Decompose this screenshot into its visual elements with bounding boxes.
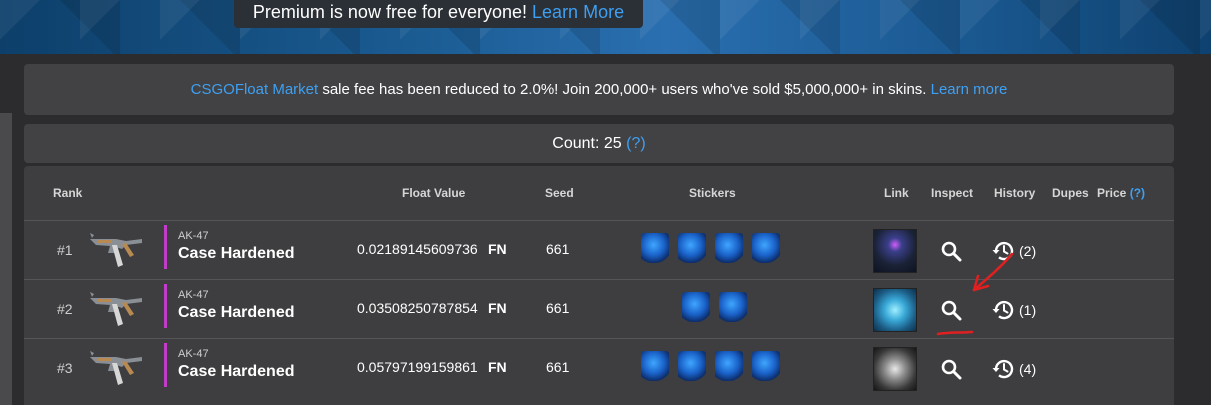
sticker-image[interactable] <box>752 351 780 381</box>
fee-learn-more-link[interactable]: Learn more <box>931 81 1008 98</box>
header-link: Link <box>884 186 909 200</box>
fee-notice: CSGOFloat Market sale fee has been reduc… <box>24 64 1174 115</box>
magnifier-icon[interactable] <box>940 240 962 262</box>
history-count: (4) <box>1019 361 1037 377</box>
float-value: 0.03508250787854 <box>357 300 478 316</box>
ak47-icon <box>90 292 142 326</box>
sticker-list <box>641 351 780 381</box>
seed-value: 661 <box>546 359 570 375</box>
count-bar: Count: 25 (?) <box>24 124 1174 163</box>
history-count: (2) <box>1019 243 1037 259</box>
skin-name: Case Hardened <box>178 245 295 262</box>
history-button[interactable]: (1) <box>991 298 1036 322</box>
sticker-image[interactable] <box>715 233 743 263</box>
market-link[interactable]: CSGOFloat Market <box>191 81 319 98</box>
inventory-link-image[interactable] <box>873 347 917 391</box>
seed-value: 661 <box>546 241 570 257</box>
ak47-icon <box>90 351 142 385</box>
weapon-name: AK-47 <box>178 289 209 301</box>
history-clock-icon <box>992 241 1014 261</box>
rarity-bar <box>164 343 167 387</box>
header-stickers: Stickers <box>689 186 736 200</box>
float-value: 0.02189145609736 <box>357 241 478 257</box>
scrollbar[interactable] <box>0 113 12 405</box>
sticker-image[interactable] <box>752 233 780 263</box>
sticker-list <box>682 292 747 322</box>
results-table: Rank Float Value Seed Stickers Link Insp… <box>24 166 1174 405</box>
wear-badge: FN <box>488 359 507 375</box>
sticker-image[interactable] <box>719 292 747 322</box>
magnifier-icon[interactable] <box>940 299 962 321</box>
seed-value: 661 <box>546 300 570 316</box>
skin-name: Case Hardened <box>178 363 295 380</box>
rarity-bar <box>164 284 167 328</box>
fee-text: sale fee has been reduced to 2.0%! Join … <box>318 81 931 98</box>
history-button[interactable]: (4) <box>991 357 1036 381</box>
price-help-link[interactable]: (?) <box>1130 186 1145 200</box>
history-clock-icon <box>992 300 1014 320</box>
sticker-image[interactable] <box>641 351 669 381</box>
wear-badge: FN <box>488 300 507 316</box>
header-history: History <box>994 186 1036 200</box>
float-value: 0.05797199159861 <box>357 359 478 375</box>
rank-label: #1 <box>57 242 73 258</box>
wear-badge: FN <box>488 241 507 257</box>
sticker-image[interactable] <box>641 233 669 263</box>
header-float[interactable]: Float Value <box>402 186 465 200</box>
premium-notice: Premium is now free for everyone! Learn … <box>234 0 643 28</box>
history-clock-icon <box>992 359 1014 379</box>
header-inspect: Inspect <box>931 186 974 200</box>
table-row: #3 AK-47 Case Hardened 0.05797199159861 … <box>24 338 1174 397</box>
rank-label: #3 <box>57 360 73 376</box>
sticker-image[interactable] <box>715 351 743 381</box>
premium-text: Premium is now free for everyone! <box>252 2 528 22</box>
header-price: Price (?) <box>1097 186 1145 200</box>
weapon-name: AK-47 <box>178 348 209 360</box>
premium-learn-more-link[interactable]: Learn More <box>532 2 624 22</box>
sticker-image[interactable] <box>678 233 706 263</box>
sticker-image[interactable] <box>682 292 710 322</box>
history-button[interactable]: (2) <box>991 239 1036 263</box>
weapon-name: AK-47 <box>178 230 209 242</box>
header-seed[interactable]: Seed <box>545 186 574 200</box>
table-row: #2 AK-47 Case Hardened 0.03508250787854 … <box>24 279 1174 338</box>
rank-label: #2 <box>57 301 73 317</box>
header-rank[interactable]: Rank <box>53 186 82 200</box>
sticker-list <box>641 233 780 263</box>
count-label: Count: 25 <box>552 135 622 152</box>
table-row: #1 AK-47 Case Hardened 0.02189145609736 … <box>24 220 1174 279</box>
rarity-bar <box>164 225 167 269</box>
inventory-link-image[interactable] <box>873 288 917 332</box>
sticker-image[interactable] <box>678 351 706 381</box>
count-help-link[interactable]: (?) <box>626 135 646 152</box>
history-count: (1) <box>1019 302 1037 318</box>
header-price-label: Price <box>1097 186 1127 200</box>
top-banner: Premium is now free for everyone! Learn … <box>0 0 1211 54</box>
ak47-icon <box>90 233 142 267</box>
inventory-link-image[interactable] <box>873 229 917 273</box>
skin-name: Case Hardened <box>178 304 295 321</box>
magnifier-icon[interactable] <box>940 358 962 380</box>
header-dupes: Dupes <box>1052 186 1089 200</box>
